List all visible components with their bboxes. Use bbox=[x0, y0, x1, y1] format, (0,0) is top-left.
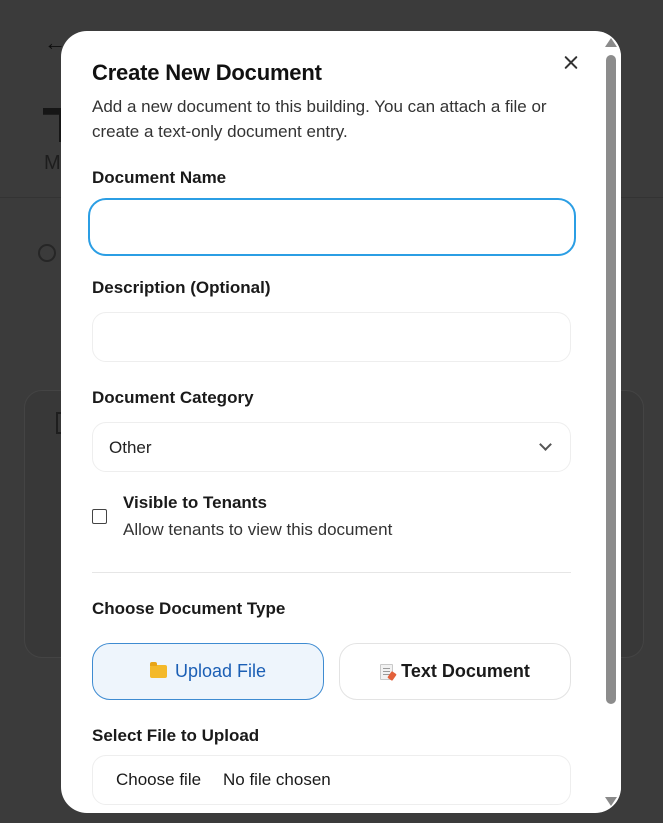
document-type-label: Choose Document Type bbox=[92, 599, 286, 618]
scrollbar[interactable] bbox=[601, 31, 621, 813]
choose-file-button[interactable]: Choose file bbox=[116, 770, 201, 790]
text-document-option[interactable]: Text Document bbox=[339, 643, 571, 700]
upload-file-option[interactable]: Upload File bbox=[92, 643, 324, 700]
category-selected-value: Other bbox=[109, 438, 152, 457]
visible-to-tenants-description: Allow tenants to view this document bbox=[123, 520, 393, 539]
document-icon bbox=[380, 663, 394, 680]
visible-to-tenants-checkbox[interactable] bbox=[92, 509, 107, 524]
visible-to-tenants-label: Visible to Tenants bbox=[123, 493, 267, 512]
description-label: Description (Optional) bbox=[92, 278, 271, 297]
create-document-dialog: Create New Document Add a new document t… bbox=[61, 31, 621, 813]
category-label: Document Category bbox=[92, 388, 254, 407]
text-document-label: Text Document bbox=[401, 661, 530, 681]
close-icon[interactable] bbox=[560, 52, 582, 74]
file-upload-label: Select File to Upload bbox=[92, 726, 260, 745]
file-input[interactable]: Choose file No file chosen bbox=[92, 755, 571, 805]
scroll-thumb[interactable] bbox=[606, 55, 616, 704]
scroll-down-icon[interactable] bbox=[605, 797, 617, 806]
document-name-label: Document Name bbox=[92, 168, 227, 187]
dialog-title: Create New Document bbox=[92, 60, 322, 85]
search-icon bbox=[38, 244, 56, 262]
document-name-input[interactable] bbox=[88, 198, 576, 256]
chevron-down-icon bbox=[539, 438, 552, 451]
scroll-up-icon[interactable] bbox=[605, 38, 617, 47]
upload-file-label: Upload File bbox=[174, 661, 267, 681]
category-select[interactable]: Other bbox=[92, 422, 571, 472]
folder-icon bbox=[149, 662, 167, 678]
background-subtitle: M bbox=[44, 152, 61, 174]
file-status-text: No file chosen bbox=[223, 770, 331, 789]
section-divider bbox=[92, 572, 571, 573]
dialog-description: Add a new document to this building. You… bbox=[92, 97, 547, 141]
description-input[interactable] bbox=[92, 312, 571, 362]
